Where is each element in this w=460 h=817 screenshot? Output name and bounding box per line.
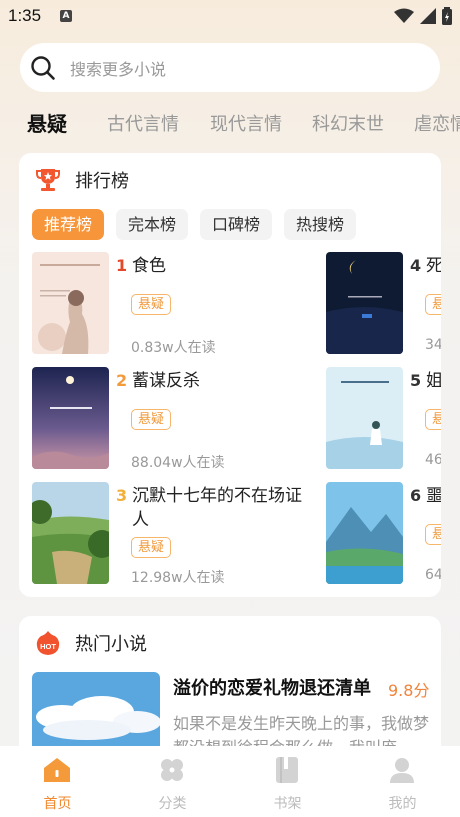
rank-number: 5 xyxy=(410,371,422,390)
search-placeholder: 搜索更多小说 xyxy=(70,59,167,79)
hot-title: 热门小说 xyxy=(75,634,147,655)
rank-number: 4 xyxy=(410,256,422,275)
reader-count: 88.04w人在读 xyxy=(131,455,225,471)
book-cover xyxy=(32,482,109,584)
hot-book-title[interactable]: 溢价的恋爱礼物退还清单 xyxy=(173,674,371,700)
ranking-header: 排行榜 xyxy=(35,167,129,193)
category-tab-scifi[interactable]: 科幻末世 xyxy=(312,110,384,136)
nav-label: 分类 xyxy=(158,796,187,812)
book-cover xyxy=(32,252,109,354)
reader-count: 12.98w人在读 xyxy=(131,570,225,586)
home-icon xyxy=(44,758,70,782)
rank-number: 3 xyxy=(116,486,128,505)
category-tab-suspense[interactable]: 悬疑 xyxy=(27,108,67,137)
book-title: 死 xyxy=(426,256,441,276)
reader-count: 34 xyxy=(425,337,441,353)
bookshelf-icon xyxy=(276,757,298,783)
status-icons xyxy=(394,7,452,25)
rank-number: 2 xyxy=(116,371,128,390)
category-tabs: 悬疑 古代言情 现代言情 科幻末世 虐恋情 xyxy=(0,108,460,138)
category-tab-angst[interactable]: 虐恋情 xyxy=(414,110,460,136)
book-item[interactable]: 6 噩 悬 64 xyxy=(326,482,441,587)
svg-text:HOT: HOT xyxy=(40,642,56,651)
book-cover xyxy=(326,252,403,354)
genre-tag: 悬疑 xyxy=(131,537,172,558)
rank-tab-reputation[interactable]: 口碑榜 xyxy=(200,209,273,240)
rank-tab-recommended[interactable]: 推荐榜 xyxy=(32,209,105,240)
book-title: 姐 xyxy=(426,371,441,391)
hot-book-score: 9.8分 xyxy=(388,681,430,700)
book-cover xyxy=(326,482,403,584)
search-box[interactable]: 搜索更多小说 xyxy=(20,43,440,92)
genre-tag: 悬 xyxy=(425,524,441,545)
search-icon xyxy=(31,55,55,80)
book-cover xyxy=(32,367,109,469)
book-item[interactable]: 4 死 悬 34 xyxy=(326,252,441,357)
ranking-tabs: 推荐榜 完本榜 口碑榜 热搜榜 xyxy=(32,209,357,240)
notification-icon: A xyxy=(60,10,72,22)
nav-label: 我的 xyxy=(388,796,417,812)
genre-tag: 悬 xyxy=(425,409,441,430)
book-item[interactable]: 2 蓄谋反杀 悬疑 88.04w人在读 xyxy=(32,367,292,472)
ranking-title: 排行榜 xyxy=(75,171,129,192)
category-icon xyxy=(161,759,183,781)
genre-tag: 悬疑 xyxy=(131,294,172,315)
nav-bookshelf[interactable]: 书架 xyxy=(230,746,345,817)
rank-tab-completed[interactable]: 完本榜 xyxy=(116,209,189,240)
genre-tag: 悬 xyxy=(425,294,441,315)
nav-profile[interactable]: 我的 xyxy=(345,746,460,817)
book-cover xyxy=(326,367,403,469)
book-title: 食色 xyxy=(132,256,166,276)
reader-count: 0.83w人在读 xyxy=(131,340,216,356)
nav-label: 首页 xyxy=(43,796,72,812)
book-item[interactable]: 3 沉默十七年的不在场证人 悬疑 12.98w人在读 xyxy=(32,482,322,587)
rank-number: 6 xyxy=(410,486,422,505)
wifi-icon xyxy=(394,8,414,23)
battery-icon xyxy=(442,7,452,25)
reader-count: 46 xyxy=(425,452,441,468)
book-title: 噩 xyxy=(426,486,441,506)
nav-category[interactable]: 分类 xyxy=(115,746,230,817)
status-time: 1:35 xyxy=(8,6,42,25)
category-tab-modern-romance[interactable]: 现代言情 xyxy=(210,110,282,136)
ranking-card: 排行榜 推荐榜 完本榜 口碑榜 热搜榜 1 食色 悬疑 0.83w人在读 2 蓄… xyxy=(19,153,441,597)
hot-header: HOT 热门小说 xyxy=(35,630,147,656)
trophy-icon xyxy=(36,169,60,191)
genre-tag: 悬疑 xyxy=(131,409,172,430)
hot-badge-icon: HOT xyxy=(36,631,60,655)
rank-number: 1 xyxy=(116,256,128,275)
book-title: 蓄谋反杀 xyxy=(132,371,200,391)
nav-label: 书架 xyxy=(273,796,302,812)
rank-tab-trending[interactable]: 热搜榜 xyxy=(284,209,357,240)
book-title: 沉默十七年的不在场证人 xyxy=(132,486,302,530)
nav-home[interactable]: 首页 xyxy=(0,746,115,817)
reader-count: 64 xyxy=(425,567,441,583)
book-item[interactable]: 1 食色 悬疑 0.83w人在读 xyxy=(32,252,292,357)
category-tab-ancient-romance[interactable]: 古代言情 xyxy=(107,110,179,136)
user-icon xyxy=(390,758,414,783)
book-item[interactable]: 5 姐 悬 46 xyxy=(326,367,441,472)
signal-icon xyxy=(420,8,436,24)
status-bar: 1:35 A xyxy=(0,0,460,34)
bottom-navigation: 首页 分类 书架 我的 xyxy=(0,746,460,817)
